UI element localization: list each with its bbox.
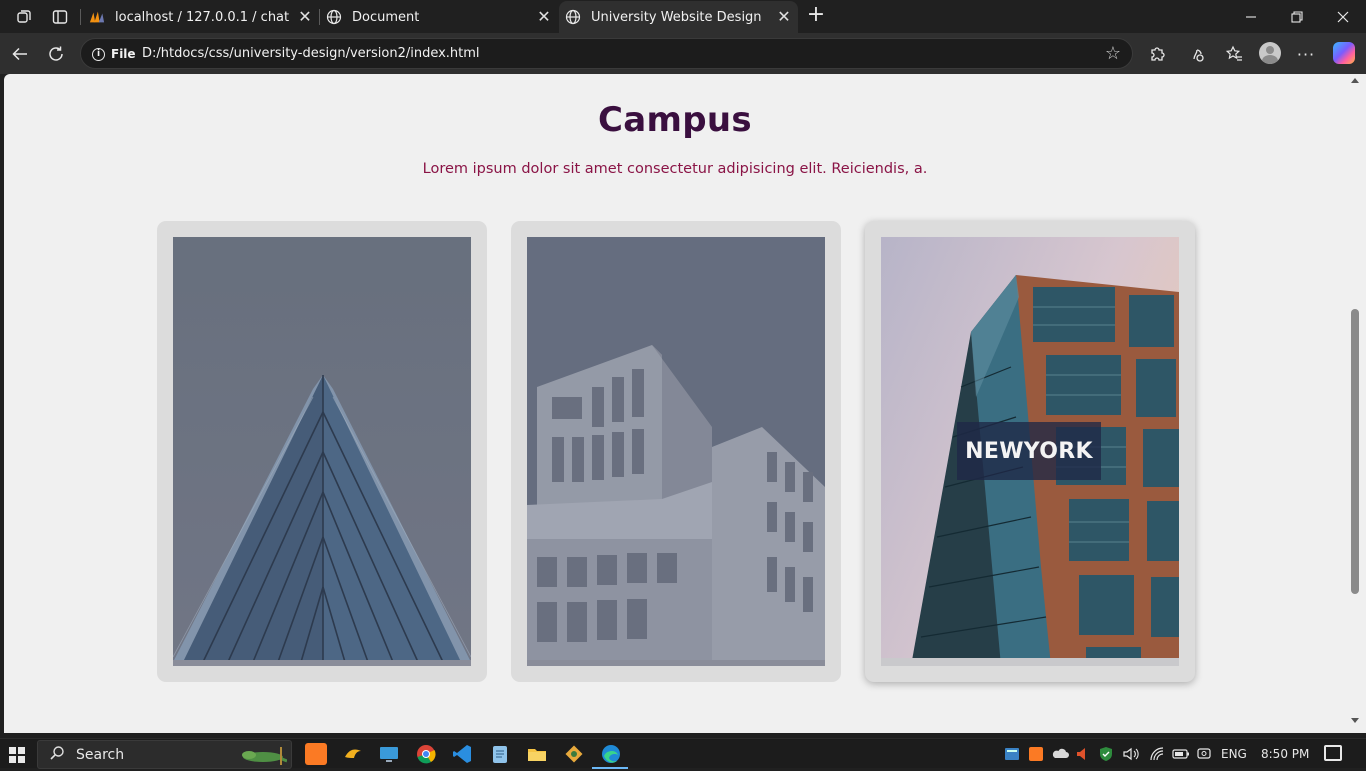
clock[interactable]: 8:50 PM xyxy=(1261,747,1309,761)
scroll-up-arrow-icon[interactable] xyxy=(1351,78,1359,83)
copilot-icon[interactable] xyxy=(1333,42,1355,64)
page-title: Campus xyxy=(598,100,752,140)
favorites-icon[interactable] xyxy=(1222,42,1246,66)
restore-button[interactable] xyxy=(1274,0,1320,33)
browser-toolbar: i File D:/htdocs/css/university-design/v… xyxy=(0,33,1366,74)
page-subtitle: Lorem ipsum dolor sit amet consectetur a… xyxy=(422,161,928,177)
git-app-icon[interactable] xyxy=(563,743,585,765)
windows-start-icon[interactable] xyxy=(9,747,25,763)
campus-label: NEWYORK xyxy=(957,422,1101,480)
battery-icon[interactable] xyxy=(1172,746,1190,765)
campus-card[interactable] xyxy=(157,221,487,682)
chrome-icon[interactable] xyxy=(415,743,437,765)
white-modern-building-photo xyxy=(527,237,825,666)
tab-title: University Website Design xyxy=(591,9,762,25)
refresh-icon[interactable] xyxy=(44,42,68,66)
globe-icon xyxy=(326,9,342,25)
vertical-tabs-icon[interactable] xyxy=(46,4,74,30)
tab-strip: localhost / 127.0.0.1 / chat | phpMyAdmi… xyxy=(0,0,1366,33)
wifi-icon[interactable] xyxy=(1149,746,1167,765)
extensions-icon[interactable] xyxy=(1145,42,1169,66)
address-bar[interactable]: i File D:/htdocs/css/university-design/v… xyxy=(80,38,1133,69)
profile-avatar[interactable] xyxy=(1259,42,1281,64)
bird-app-icon[interactable] xyxy=(342,743,364,765)
tab-phpmyadmin[interactable]: localhost / 127.0.0.1 / chat | phpMyAdmi… xyxy=(83,1,319,33)
page-viewport: Campus Lorem ipsum dolor sit amet consec… xyxy=(4,74,1346,733)
edge-icon[interactable] xyxy=(592,743,628,769)
scrollbar-thumb[interactable] xyxy=(1351,309,1359,594)
phpmyadmin-icon xyxy=(89,9,105,25)
scroll-down-arrow-icon[interactable] xyxy=(1351,718,1359,723)
language-indicator[interactable]: ENG xyxy=(1221,747,1247,761)
more-options-icon[interactable]: ··· xyxy=(1294,42,1318,66)
close-tab-icon[interactable]: ✕ xyxy=(297,9,313,25)
info-icon: i xyxy=(92,47,105,61)
site-info-button[interactable]: i File xyxy=(88,43,144,65)
browser-essentials-icon[interactable] xyxy=(1186,42,1210,66)
tray-app-icon[interactable] xyxy=(1004,746,1020,765)
remote-desktop-icon[interactable] xyxy=(378,743,400,765)
windows-taskbar: Search ENG 8:50 PM xyxy=(0,738,1366,769)
mixed-reality-icon[interactable] xyxy=(1196,746,1212,765)
new-tab-button[interactable]: + xyxy=(805,4,827,28)
scheme-label: File xyxy=(111,47,136,61)
notepad-icon[interactable] xyxy=(489,743,511,765)
volume-muted-tray-icon[interactable] xyxy=(1075,746,1089,765)
glass-pyramid-building-photo xyxy=(173,237,471,666)
speaker-icon[interactable] xyxy=(1122,746,1140,765)
xampp-tray-icon[interactable] xyxy=(1028,746,1044,765)
tab-separator xyxy=(80,9,81,25)
taskbar-search[interactable]: Search xyxy=(37,740,292,769)
tab-title: localhost / 127.0.0.1 / chat | phpMyAdmi… xyxy=(115,9,290,25)
search-icon xyxy=(49,745,65,765)
file-explorer-icon[interactable] xyxy=(526,743,548,765)
close-tab-icon[interactable]: ✕ xyxy=(536,9,552,25)
vscode-icon[interactable] xyxy=(451,743,473,765)
onedrive-icon[interactable] xyxy=(1051,746,1069,765)
close-tab-icon[interactable]: ✕ xyxy=(776,9,792,25)
search-label: Search xyxy=(76,747,125,763)
campus-card[interactable] xyxy=(511,221,841,682)
minimize-button[interactable] xyxy=(1228,0,1274,33)
back-icon[interactable] xyxy=(8,42,32,66)
globe-icon xyxy=(565,9,581,25)
url-text[interactable]: D:/htdocs/css/university-design/version2… xyxy=(142,46,480,61)
xampp-icon[interactable] xyxy=(305,743,327,765)
campus-card-hovered[interactable]: NEWYORK xyxy=(865,221,1195,682)
close-window-button[interactable] xyxy=(1320,0,1366,33)
security-shield-icon[interactable] xyxy=(1098,746,1114,765)
notifications-icon[interactable] xyxy=(1324,745,1342,761)
tab-university-website-design[interactable]: University Website Design ✕ xyxy=(559,1,798,33)
tab-document[interactable]: Document ✕ xyxy=(320,1,558,33)
glass-tower-building-photo: NEWYORK xyxy=(881,237,1179,666)
tab-title: Document xyxy=(352,9,420,25)
favorite-star-icon[interactable]: ☆ xyxy=(1102,43,1124,65)
search-highlight-image xyxy=(237,743,288,767)
workspaces-icon[interactable] xyxy=(10,4,38,30)
page-scrollbar[interactable] xyxy=(1346,74,1366,733)
